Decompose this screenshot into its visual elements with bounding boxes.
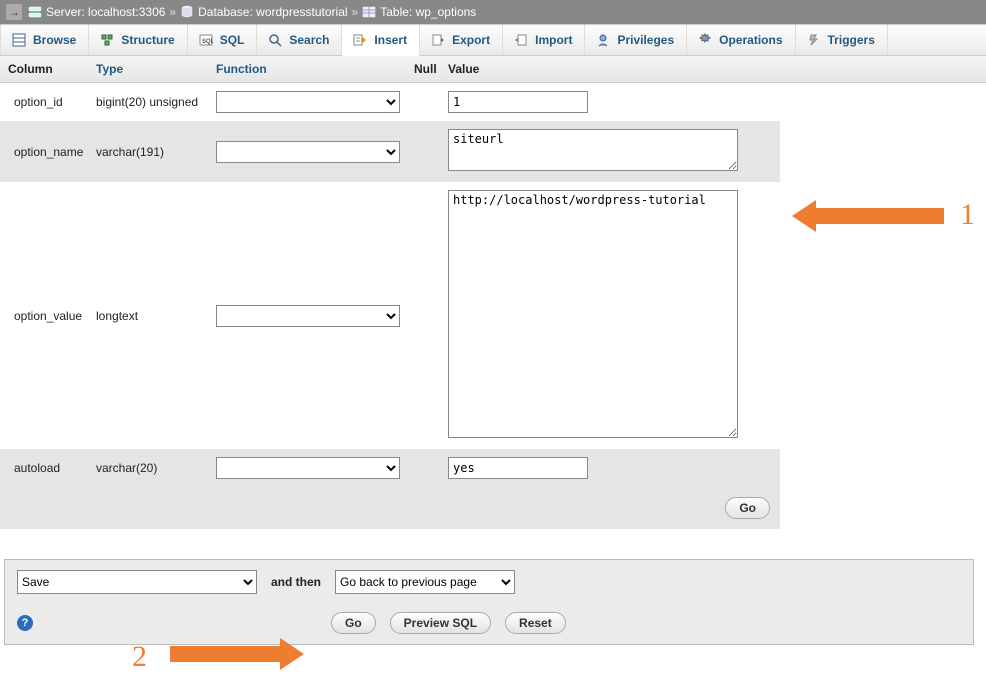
tab-structure[interactable]: Structure	[89, 25, 187, 55]
and-then-label: and then	[271, 575, 321, 589]
col-type: varchar(20)	[96, 461, 216, 475]
col-name: autoload	[8, 461, 96, 475]
table-label: Table:	[380, 5, 412, 19]
table-row: option_id bigint(20) unsigned	[0, 83, 780, 121]
table-value: wp_options	[416, 5, 477, 19]
col-function	[216, 305, 414, 327]
col-value	[448, 457, 772, 479]
annotation-number: 2	[132, 640, 147, 674]
col-name: option_name	[8, 145, 96, 159]
breadcrumb-database[interactable]: Database: wordpresstutorial	[198, 5, 347, 19]
privileges-icon	[595, 32, 611, 48]
and-then-select[interactable]: Go back to previous page	[335, 570, 515, 594]
preview-sql-button[interactable]: Preview SQL	[390, 612, 491, 634]
insert-icon	[352, 32, 368, 48]
server-value: localhost:3306	[88, 5, 165, 19]
columns-header: Column Type Function Null Value	[0, 56, 986, 83]
tab-label: Triggers	[828, 33, 875, 47]
database-icon	[180, 5, 194, 19]
col-type: varchar(191)	[96, 145, 216, 159]
value-input[interactable]	[448, 91, 588, 113]
bottom-row-2: ? Go Preview SQL Reset	[17, 612, 961, 634]
browse-icon	[11, 32, 27, 48]
breadcrumb-table[interactable]: Table: wp_options	[380, 5, 476, 19]
tab-label: Browse	[33, 33, 76, 47]
col-value: http://localhost/wordpress-tutorial	[448, 190, 772, 441]
go-button[interactable]: Go	[725, 497, 770, 519]
reset-button[interactable]: Reset	[505, 612, 566, 634]
tab-sql[interactable]: SQL SQL	[188, 25, 258, 55]
tab-triggers[interactable]: Triggers	[796, 25, 888, 55]
table-row: option_name varchar(191) siteurl	[0, 121, 780, 182]
col-value	[448, 91, 772, 113]
operations-icon	[697, 32, 713, 48]
insert-rows: option_id bigint(20) unsigned option_nam…	[0, 83, 780, 487]
db-label: Database:	[198, 5, 253, 19]
tabs: Browse Structure SQL SQL Search Insert E…	[0, 24, 986, 56]
tab-label: Export	[452, 33, 490, 47]
table-row: autoload varchar(20)	[0, 449, 780, 487]
tab-label: Import	[535, 33, 572, 47]
db-value: wordpresstutorial	[256, 5, 347, 19]
tab-label: SQL	[220, 33, 245, 47]
tab-export[interactable]: Export	[420, 25, 503, 55]
tab-label: Search	[289, 33, 329, 47]
tab-operations[interactable]: Operations	[687, 25, 795, 55]
breadcrumb: → Server: localhost:3306 » Database: wor…	[0, 0, 986, 24]
structure-icon	[99, 32, 115, 48]
th-null: Null	[406, 56, 440, 82]
breadcrumb-sep: »	[352, 5, 359, 19]
server-icon	[28, 5, 42, 19]
breadcrumb-sep: »	[169, 5, 176, 19]
col-value: siteurl	[448, 129, 772, 174]
bottom-panel: Save and then Go back to previous page ?…	[4, 559, 974, 645]
th-function: Function	[208, 56, 406, 82]
tab-privileges[interactable]: Privileges	[585, 25, 687, 55]
save-mode-select[interactable]: Save	[17, 570, 257, 594]
function-select[interactable]	[216, 457, 400, 479]
help-icon[interactable]: ?	[17, 615, 33, 631]
function-select[interactable]	[216, 141, 400, 163]
nav-back-button[interactable]: →	[6, 4, 22, 20]
tab-import[interactable]: Import	[503, 25, 585, 55]
export-icon	[430, 32, 446, 48]
sql-icon: SQL	[198, 32, 214, 48]
table-row: option_value longtext http://localhost/w…	[0, 182, 780, 449]
col-name: option_id	[8, 95, 96, 109]
tab-label: Insert	[374, 33, 407, 47]
go-button-bottom[interactable]: Go	[331, 612, 376, 634]
annotation-number: 1	[960, 198, 975, 232]
value-input[interactable]	[448, 457, 588, 479]
import-icon	[513, 32, 529, 48]
function-select[interactable]	[216, 305, 400, 327]
function-select[interactable]	[216, 91, 400, 113]
tab-browse[interactable]: Browse	[0, 25, 89, 55]
col-function	[216, 91, 414, 113]
col-type: longtext	[96, 309, 216, 323]
table-icon	[362, 5, 376, 19]
tab-label: Operations	[719, 33, 782, 47]
svg-text:SQL: SQL	[202, 39, 213, 45]
value-textarea[interactable]: http://localhost/wordpress-tutorial	[448, 190, 738, 438]
th-type: Type	[88, 56, 208, 82]
tab-label: Privileges	[617, 33, 674, 47]
tab-search[interactable]: Search	[257, 25, 342, 55]
go-row: Go	[0, 487, 780, 529]
search-icon	[267, 32, 283, 48]
col-function	[216, 141, 414, 163]
tab-label: Structure	[121, 33, 174, 47]
col-function	[216, 457, 414, 479]
bottom-row-1: Save and then Go back to previous page	[17, 570, 961, 594]
server-label: Server:	[46, 5, 85, 19]
value-textarea[interactable]: siteurl	[448, 129, 738, 171]
col-type: bigint(20) unsigned	[96, 95, 216, 109]
triggers-icon	[806, 32, 822, 48]
col-name: option_value	[8, 309, 96, 323]
th-column: Column	[0, 56, 88, 82]
th-value: Value	[440, 56, 986, 82]
breadcrumb-server[interactable]: Server: localhost:3306	[46, 5, 165, 19]
tab-insert[interactable]: Insert	[342, 25, 420, 56]
